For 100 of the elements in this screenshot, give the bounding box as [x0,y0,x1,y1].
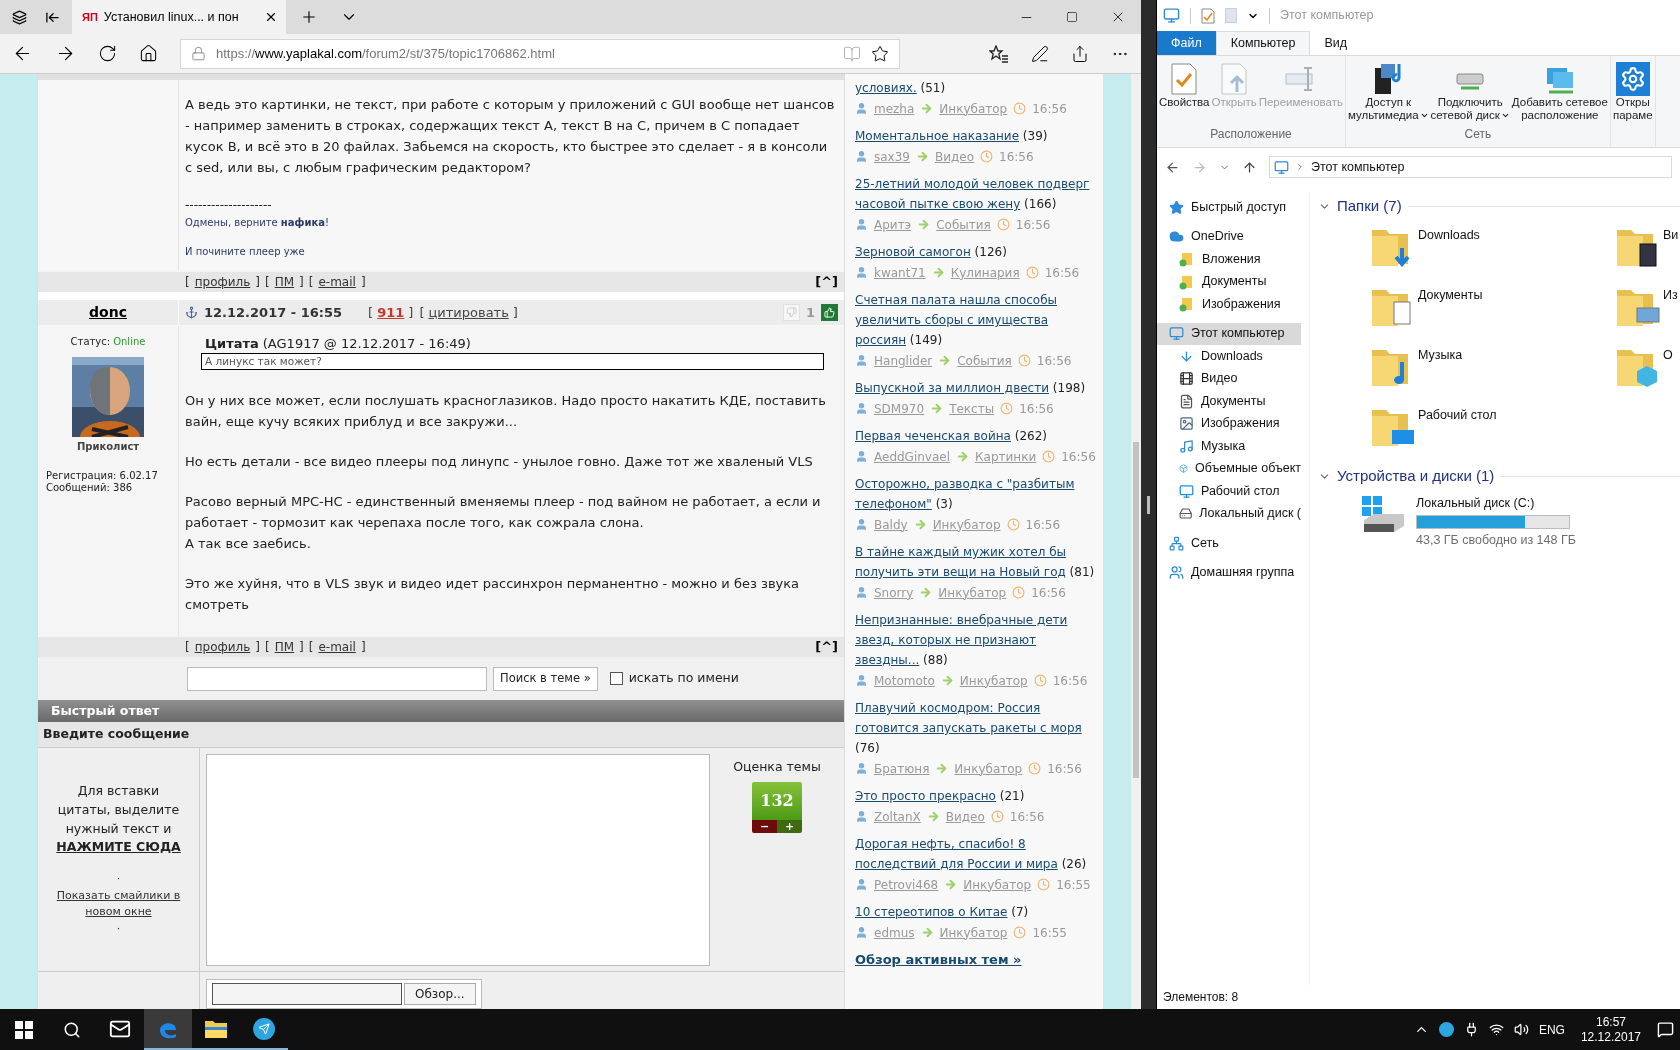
topic-title[interactable]: Моментальное наказание (39) [855,126,1099,146]
ribbon-button[interactable]: Откры параме [1612,60,1653,122]
footer-link[interactable]: ПМ [274,637,295,656]
hard-drive-icon [1179,506,1193,522]
folder-tile[interactable]: О [1563,342,1680,402]
topic-title[interactable]: Зерновой самогон (126) [855,242,1099,262]
nav-item[interactable]: Быстрый доступ [1157,196,1301,219]
topic-title[interactable]: Выпускной за миллион двести (198) [855,378,1099,398]
maximize-icon[interactable] [1066,11,1078,23]
search-button[interactable]: Поиск в теме » [493,666,598,691]
star-icon[interactable] [871,44,889,63]
browse-button[interactable]: Обзор... [404,983,476,1005]
ribbon-button[interactable]: Подключить сетевой диск [1430,60,1510,122]
nav-item[interactable]: Изображения [1157,412,1301,435]
smiles-link[interactable]: Показать смайлики в новом окне [53,887,184,921]
home-icon[interactable] [139,44,158,63]
folder-tile[interactable]: Рабочий стол [1318,402,1563,462]
user-icon [855,402,868,415]
ribbon-tab[interactable]: Вид [1310,31,1362,55]
section-header: Быстрый ответ [38,700,844,723]
address-bar[interactable]: https://www.yaplakal.com/forum2/st/375/topic1706862.html [180,38,900,69]
clock-icon [1013,102,1027,115]
address-bar[interactable]: Этот компьютер [1269,156,1672,178]
dropdown-caret-icon[interactable] [1419,111,1429,120]
volume-icon[interactable] [1513,1022,1529,1037]
nav-item[interactable]: Рабочий стол [1157,480,1301,503]
nav-item[interactable]: Объемные объект [1157,457,1301,480]
new-tab-icon[interactable] [300,8,318,26]
ribbon-tab[interactable]: Компьютер [1215,31,1311,55]
scroll-top-link[interactable]: [^] [815,272,838,292]
scroll-top-link[interactable]: [^] [815,637,838,657]
notifications-icon[interactable] [1657,1021,1674,1038]
bracket-text: [ [308,638,314,656]
nav-item[interactable]: Изображения [1157,293,1301,316]
close-icon[interactable] [264,10,278,24]
topic-title[interactable]: Непризнанные: внебрачные дети звезд, которых не признают звездны... (88) [855,610,1099,670]
wifi-icon[interactable] [1488,1022,1504,1037]
language-indicator[interactable]: ENG [1538,1020,1565,1039]
file-field[interactable] [212,983,402,1005]
author-link[interactable]: donc [89,301,127,323]
ribbon-button[interactable]: Доступ к мультимедиа [1348,60,1429,122]
nav-item[interactable]: Вложения [1157,248,1301,271]
share-icon[interactable] [1071,44,1089,63]
up-icon[interactable] [1242,159,1257,175]
folder-icon [204,1018,228,1039]
topic-title[interactable]: Осторожно, разводка с "разбитым телефоном" (3) [855,474,1099,514]
footer-link[interactable]: профиль [194,637,251,656]
topic-title[interactable]: Счетная палата нашла способы увеличить сборы с имущества россиян (149) [855,290,1099,350]
like-button[interactable] [821,303,838,321]
refresh-icon[interactable] [98,44,117,63]
bracket-text: [ [308,274,314,292]
nav-item[interactable]: Downloads [1157,345,1301,368]
folder-tile[interactable]: Из [1563,282,1680,342]
resize-handle[interactable] [1147,495,1150,514]
nav-item[interactable]: Домашняя группа [1157,561,1301,584]
topic-time: 16:56 [999,148,1034,166]
back-icon[interactable] [1165,159,1180,175]
folder-tile[interactable]: Музыка [1318,342,1563,402]
topic-title[interactable]: 25-летний молодой человек подверг часовой пытке свою жену (166) [855,174,1099,214]
dropdown-caret-icon[interactable] [1500,111,1510,120]
ribbon-button[interactable]: Добавить сетевое расположение [1511,60,1608,122]
active-topics-link[interactable]: Обзор активных тем » [855,950,1099,970]
nav-item[interactable]: Документы [1157,390,1301,413]
quote-link[interactable]: цитировать [428,302,509,323]
ribbon-button[interactable]: Свойства [1159,60,1210,109]
nav-item[interactable]: Сеть [1157,532,1301,555]
search-field[interactable] [187,666,487,691]
nav-item[interactable]: Музыка [1157,435,1301,458]
footer-link[interactable]: e-mail [318,637,356,656]
topic-title[interactable]: В тайне каждый мужик хотел бы получить эти вещи на Новый год (81) [855,542,1099,582]
footer-link[interactable]: ПМ [274,273,295,292]
nav-item[interactable]: Локальный диск ( [1157,502,1301,525]
name-checkbox[interactable] [609,672,623,686]
nav-item[interactable]: Этот компьютер [1157,322,1301,345]
browser-tab[interactable]: ЯП Установил linux... и пон [72,0,286,34]
search-icon[interactable] [63,1020,81,1039]
pen-icon[interactable] [1031,44,1049,63]
footer-link[interactable]: профиль [194,273,251,292]
topic-title[interactable]: Первая чеченская война (262) [855,426,1099,446]
folder-tile[interactable]: Ви [1563,222,1680,282]
insert-quote-link[interactable]: НАЖМИТЕ СЮДА [56,838,181,857]
folder-tile[interactable]: Downloads [1318,222,1563,282]
post-number-link[interactable]: 911 [377,302,405,323]
topic-title[interactable]: Дорогая нефть, спасибо! 8 последствий для России и мира (26) [855,834,1099,874]
properties-icon[interactable] [1201,7,1215,24]
drive-tile[interactable]: Локальный диск (C:) 43,3 ГБ свободно из 148 ГБ [1318,494,1618,550]
topic-title[interactable]: Плавучий космодром: Россия готовится запускать ракеты с моря (76) [855,698,1099,758]
user-icon [855,674,868,687]
windows-logo-icon[interactable] [15,1020,33,1039]
topic-title[interactable]: 10 стереотипов о Китае (7) [855,902,1099,922]
topic-time: 16:55 [1032,924,1067,942]
topic-title[interactable]: Это просто прекрасно (21) [855,786,1099,806]
footer-link[interactable]: e-mail [318,273,356,292]
tabs-aside-icon[interactable] [12,9,27,25]
topic-title[interactable]: условиях. (51) [855,78,1099,98]
ribbon-tab[interactable]: Файл [1157,31,1216,55]
folder-tile[interactable]: Документы [1318,282,1563,342]
nav-item[interactable]: Документы [1157,270,1301,293]
nav-item[interactable]: Видео [1157,367,1301,390]
nav-item[interactable]: OneDrive [1157,225,1301,248]
